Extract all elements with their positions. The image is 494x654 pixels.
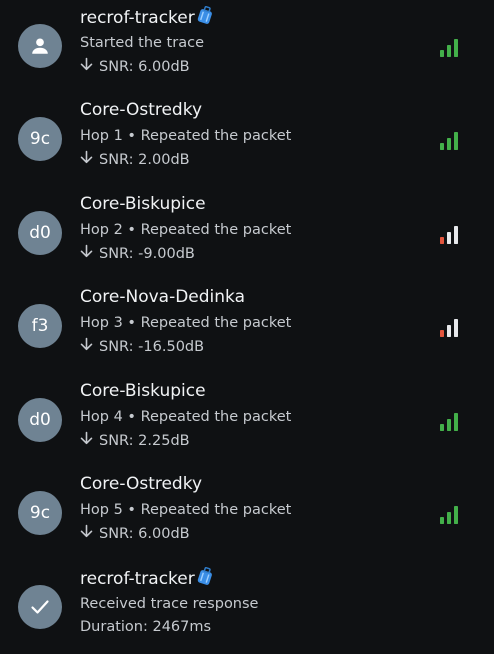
person-icon <box>29 35 51 57</box>
snr-readout: SNR: 2.25dB <box>80 431 190 451</box>
trace-row-hop-1[interactable]: 9c Core-Ostredky Hop 1 • Repeated the pa… <box>0 93 494 186</box>
node-name: recrof-tracker <box>80 5 213 31</box>
node-name: Core-Biskupice <box>80 381 206 401</box>
trace-row-hop-2[interactable]: d0 Core-Biskupice Hop 2 • Repeated the p… <box>0 187 494 280</box>
snr-readout: SNR: 2.00dB <box>80 150 190 170</box>
node-name: Core-Nova-Dedinka <box>80 287 246 307</box>
trace-row-hop-4[interactable]: d0 Core-Biskupice Hop 4 • Repeated the p… <box>0 374 494 467</box>
snr-readout: SNR: 6.00dB <box>80 57 190 77</box>
signal-bars-icon <box>440 39 458 57</box>
trace-row-hop-3[interactable]: f3 Core-Nova-Dedinka Hop 3 • Repeated th… <box>0 280 494 373</box>
hop-status: Hop 5 • Repeated the packet <box>80 502 292 518</box>
arrow-down-icon <box>80 244 93 264</box>
arrow-down-icon <box>80 150 93 170</box>
snr-readout: SNR: -16.50dB <box>80 337 204 357</box>
hop-status: Started the trace <box>80 35 204 51</box>
avatar: 9c <box>18 117 62 161</box>
luggage-icon <box>197 5 213 31</box>
duration-readout: Duration: 2467ms <box>80 619 212 635</box>
avatar: f3 <box>18 304 62 348</box>
avatar <box>18 24 62 68</box>
hop-status: Hop 2 • Repeated the packet <box>80 222 292 238</box>
arrow-down-icon <box>80 57 93 77</box>
signal-bars-icon <box>440 506 458 524</box>
luggage-icon <box>197 566 213 592</box>
trace-row-response[interactable]: recrof-tracker Received trace response D… <box>0 561 494 654</box>
node-name: Core-Ostredky <box>80 474 203 494</box>
snr-readout: SNR: 6.00dB <box>80 524 190 544</box>
signal-bars-icon <box>440 319 458 337</box>
node-name: Core-Ostredky <box>80 100 203 120</box>
hop-status: Hop 4 • Repeated the packet <box>80 409 292 425</box>
avatar: 9c <box>18 491 62 535</box>
signal-bars-icon <box>440 226 458 244</box>
trace-row-origin[interactable]: recrof-tracker Started the trace SNR: 6.… <box>0 0 494 93</box>
hop-status: Hop 1 • Repeated the packet <box>80 128 292 144</box>
avatar: d0 <box>18 398 62 442</box>
arrow-down-icon <box>80 337 93 357</box>
response-status: Received trace response <box>80 596 259 612</box>
avatar <box>18 585 62 629</box>
checkmark-icon <box>28 595 52 619</box>
node-name: recrof-tracker <box>80 566 213 592</box>
trace-row-hop-5[interactable]: 9c Core-Ostredky Hop 5 • Repeated the pa… <box>0 467 494 560</box>
arrow-down-icon <box>80 431 93 451</box>
avatar: d0 <box>18 211 62 255</box>
trace-hop-list: recrof-tracker Started the trace SNR: 6.… <box>0 0 494 654</box>
hop-status: Hop 3 • Repeated the packet <box>80 315 292 331</box>
node-name: Core-Biskupice <box>80 194 206 214</box>
arrow-down-icon <box>80 524 93 544</box>
snr-readout: SNR: -9.00dB <box>80 244 195 264</box>
signal-bars-icon <box>440 413 458 431</box>
signal-bars-icon <box>440 132 458 150</box>
